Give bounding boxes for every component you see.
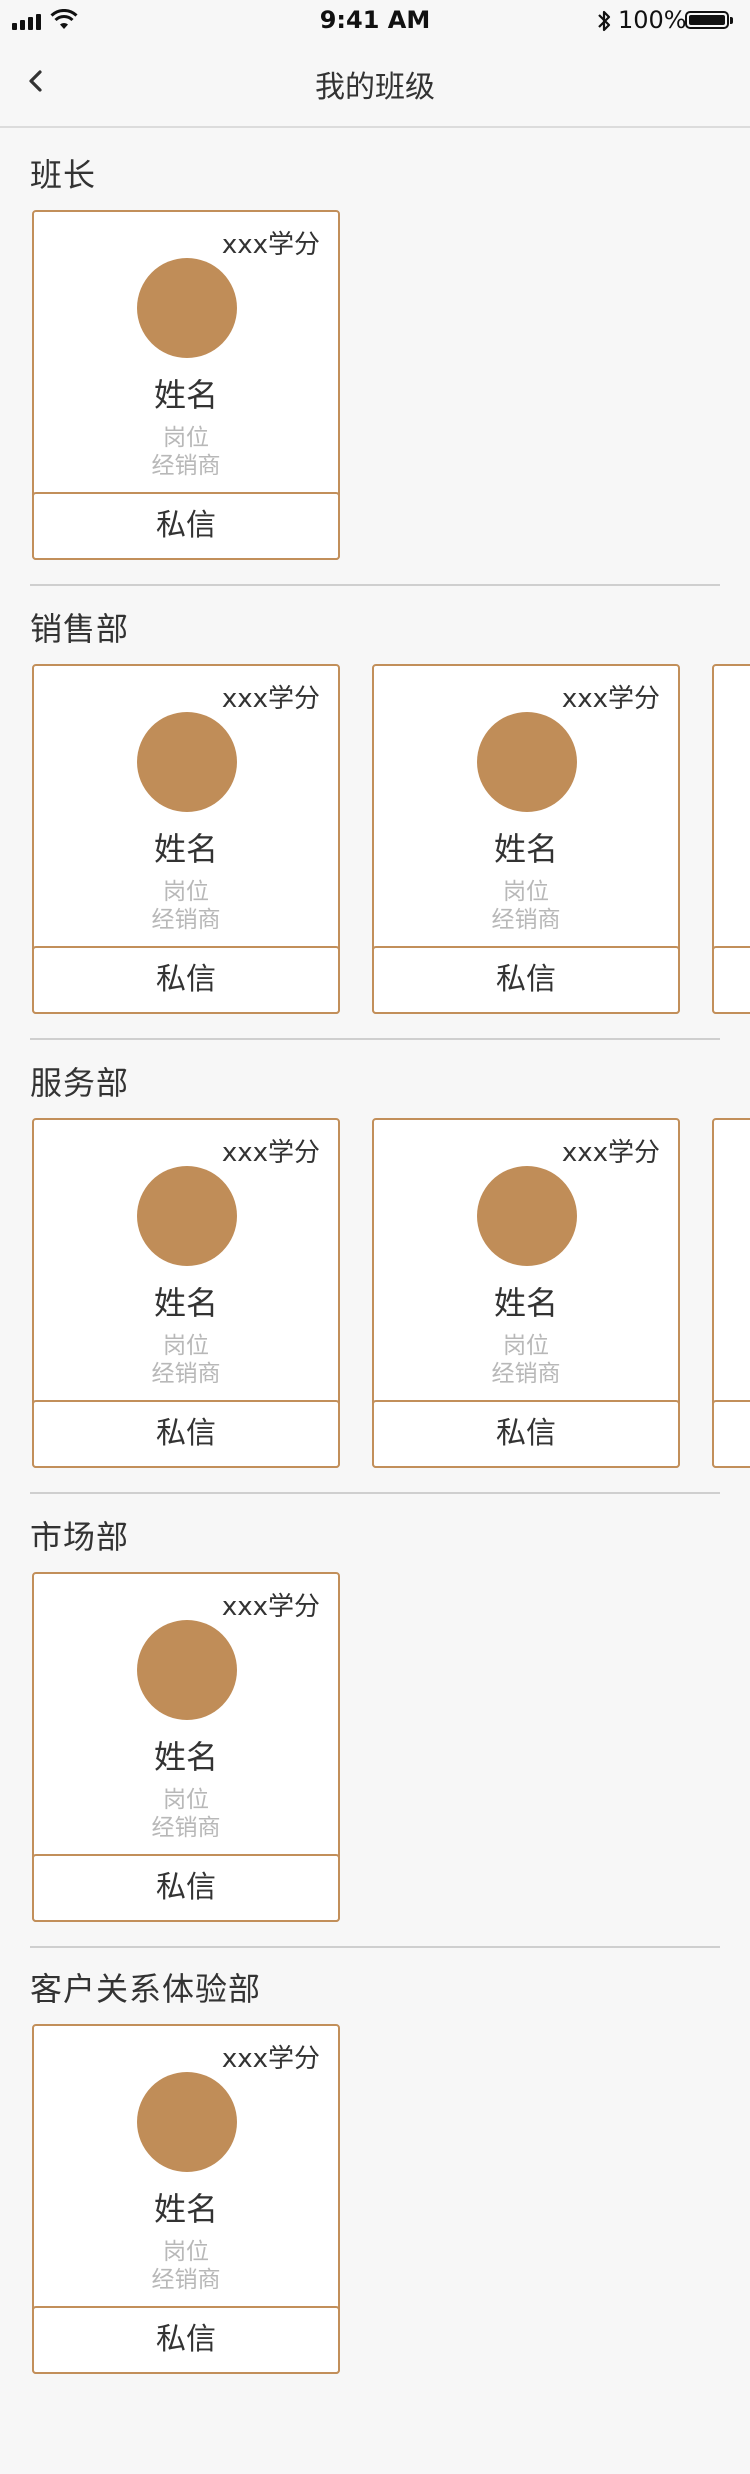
avatar [477,1166,577,1266]
status-bar: 9:41 AM 100% [0,0,750,40]
member-dealer: 经销商 [714,1354,750,1388]
avatar [137,258,237,358]
member-card[interactable]: xxx学分姓名岗位经销商私信 [712,664,750,1014]
private-message-button[interactable]: 私信 [372,1400,680,1468]
section-divider [30,1038,720,1040]
credits-label: xxx学分 [221,2044,320,2074]
credits-label: xxx学分 [561,684,660,714]
credits-label: xxx学分 [221,684,320,714]
bluetooth-icon [598,10,611,32]
credits-label: xxx学分 [561,1138,660,1168]
member-name: 姓名 [153,1738,218,1776]
member-card-row[interactable]: xxx学分姓名岗位经销商私信xxx学分姓名岗位经销商私信xxx学分姓名岗位经销商… [32,664,750,1016]
department-section: 销售部xxx学分姓名岗位经销商私信xxx学分姓名岗位经销商私信xxx学分姓名岗位… [0,604,750,1044]
member-dealer: 经销商 [151,907,221,933]
credits-label: xxx学分 [221,230,320,260]
member-dealer: 经销商 [491,907,561,933]
member-name: 姓名 [714,824,750,870]
page-title: 我的班级 [315,70,435,105]
navigation-bar: 我的班级 [0,40,750,128]
member-dealer: 经销商 [714,900,750,934]
section-title: 客户关系体验部 [30,1970,262,2008]
avatar [137,1166,237,1266]
member-name: 姓名 [153,1284,218,1322]
battery-icon [685,11,733,29]
member-dealer: 经销商 [491,1361,561,1387]
member-dealer: 经销商 [151,1361,221,1387]
private-message-button[interactable]: 私信 [372,946,680,1014]
private-message-button[interactable]: 私信 [32,946,340,1014]
credits-label: xxx学分 [221,1592,320,1622]
member-card-row[interactable]: xxx学分 姓名 岗位 经销商 私信 [32,1572,750,1924]
credits-label: xxx学分 [221,1138,320,1168]
member-card[interactable]: xxx学分姓名岗位经销商私信 [32,210,340,560]
section-divider [30,1946,720,1948]
section-divider [30,584,720,586]
member-dealer: 经销商 [151,453,221,479]
section-title: 服务部 [30,1064,130,1102]
private-message-button[interactable]: 私信 [712,1400,750,1468]
member-card[interactable]: xxx学分姓名岗位经销商私信 [32,2024,340,2374]
member-name: 姓名 [153,376,218,414]
department-section: 客户关系体验部 xxx学分 姓名 岗位 经销商 私信 [0,1964,750,2404]
member-card[interactable]: xxx学分姓名岗位经销商私信 [372,664,680,1014]
department-section: 班长 xxx学分 姓名 岗位 经销商 私信 [0,150,750,590]
department-section: 市场部 xxx学分 姓名 岗位 经销商 私信 [0,1512,750,1952]
member-card-row[interactable]: xxx学分 姓名 岗位 经销商 私信 [32,2024,750,2376]
member-name: 姓名 [153,2190,218,2228]
member-name: 姓名 [714,1278,750,1324]
section-title: 班长 [30,156,97,194]
section-title: 市场部 [30,1518,130,1556]
member-card-row[interactable]: xxx学分 姓名 岗位 经销商 私信 [32,210,750,562]
member-card[interactable]: xxx学分姓名岗位经销商私信 [372,1118,680,1468]
member-name: 姓名 [493,830,558,868]
avatar [137,2072,237,2172]
member-card[interactable]: xxx学分姓名岗位经销商私信 [32,664,340,1014]
avatar [477,712,577,812]
member-card[interactable]: xxx学分姓名岗位经销商私信 [32,1572,340,1922]
avatar [137,1620,237,1720]
battery-percentage: 100% [618,6,687,34]
member-dealer: 经销商 [151,2267,221,2293]
member-card[interactable]: xxx学分姓名岗位经销商私信 [32,1118,340,1468]
private-message-button[interactable]: 私信 [32,492,340,560]
member-dealer: 经销商 [151,1815,221,1841]
private-message-button[interactable]: 私信 [32,1400,340,1468]
member-name: 姓名 [493,1284,558,1322]
private-message-button[interactable]: 私信 [32,2306,340,2374]
department-section: 服务部xxx学分姓名岗位经销商私信xxx学分姓名岗位经销商私信xxx学分姓名岗位… [0,1058,750,1498]
member-card[interactable]: xxx学分姓名岗位经销商私信 [712,1118,750,1468]
private-message-button[interactable]: 私信 [712,946,750,1014]
section-title: 销售部 [30,610,130,648]
private-message-button[interactable]: 私信 [32,1854,340,1922]
avatar [137,712,237,812]
member-name: 姓名 [153,830,218,868]
section-divider [30,1492,720,1494]
member-card-row[interactable]: xxx学分姓名岗位经销商私信xxx学分姓名岗位经销商私信xxx学分姓名岗位经销商… [32,1118,750,1470]
